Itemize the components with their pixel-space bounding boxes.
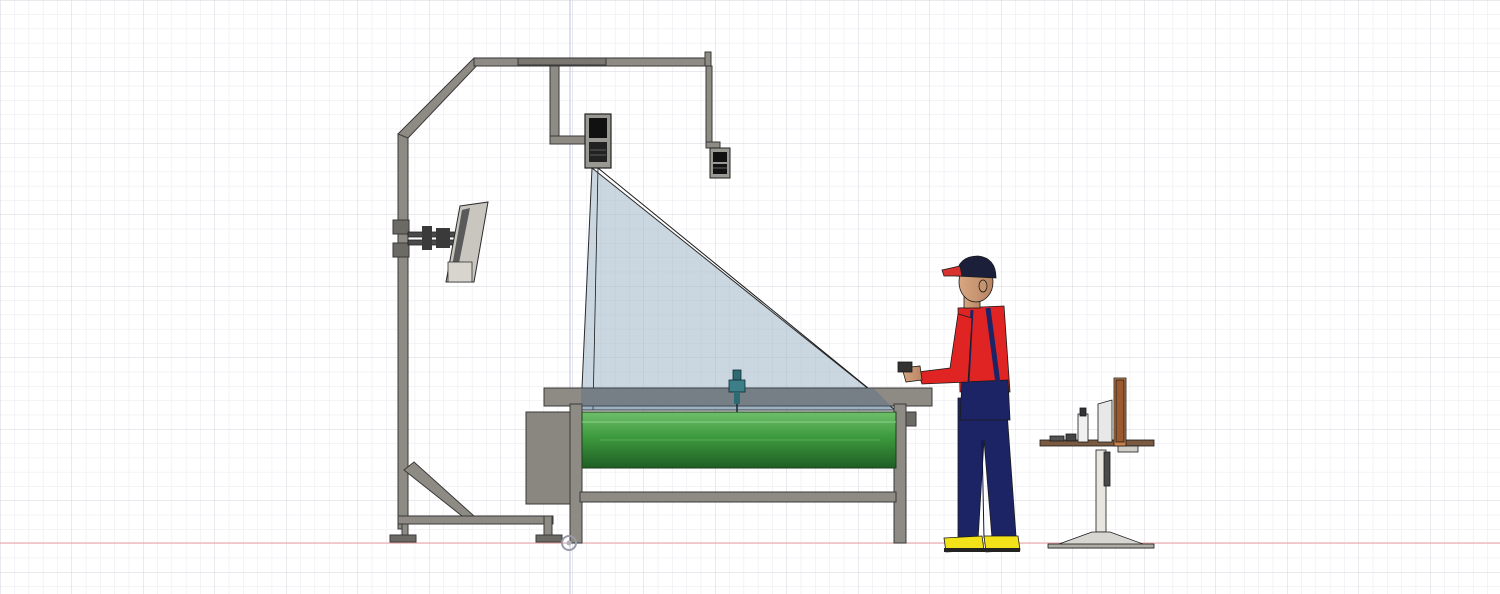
overhead-camera[interactable] xyxy=(584,113,612,169)
side-sensor[interactable] xyxy=(709,147,731,179)
conveyor-belt[interactable] xyxy=(581,411,897,469)
cad-viewport[interactable] xyxy=(0,0,1500,594)
cad-scene[interactable] xyxy=(0,0,1500,594)
